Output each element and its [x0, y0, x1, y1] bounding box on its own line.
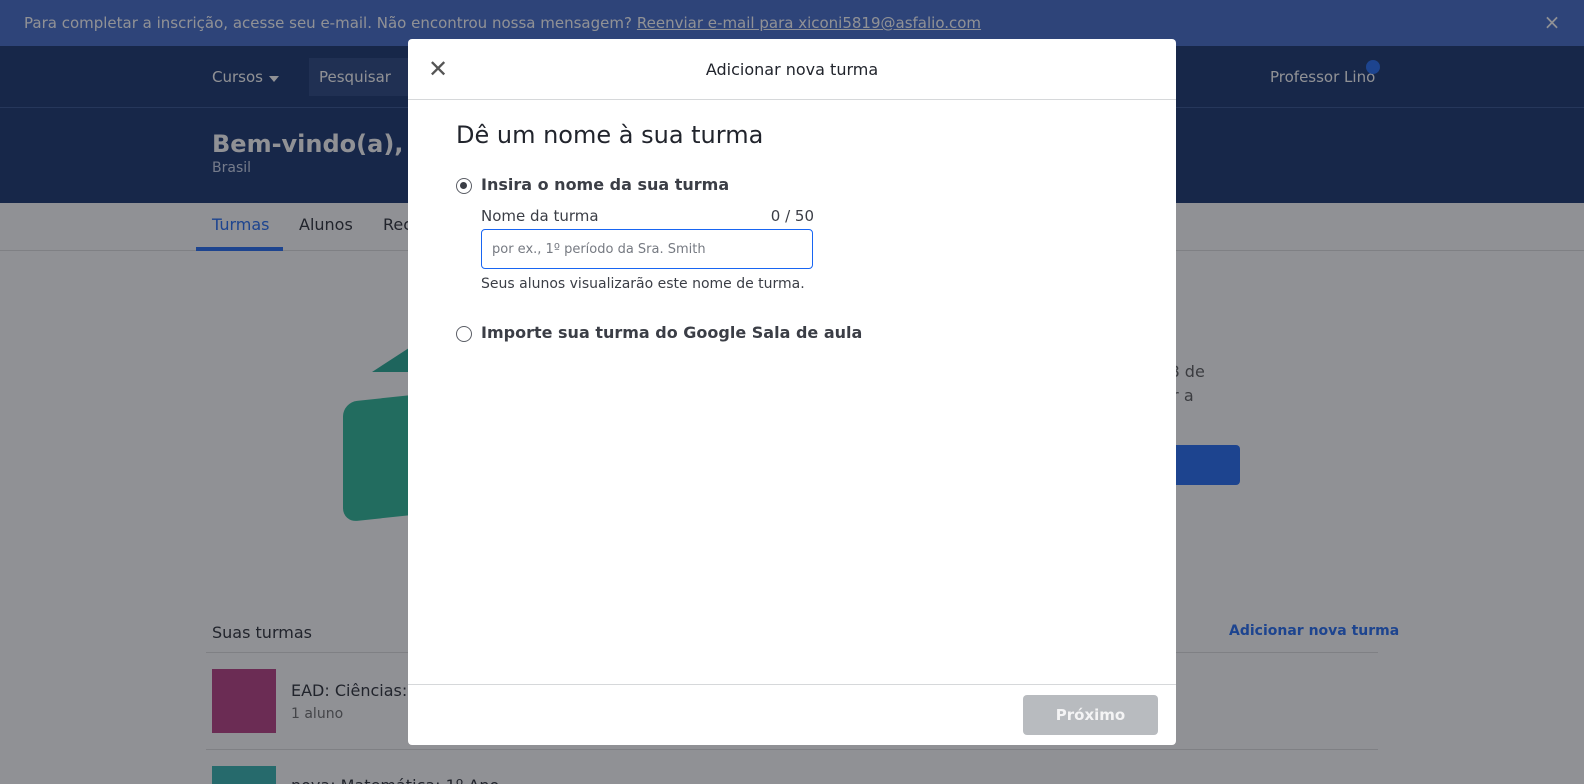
option-import-google-label[interactable]: Importe sua turma do Google Sala de aula: [481, 323, 862, 342]
character-counter: 0 / 50: [770, 207, 814, 225]
add-class-dialog: ✕ Adicionar nova turma Dê um nome à sua …: [408, 39, 1176, 745]
radio-import-google[interactable]: [456, 326, 472, 342]
dialog-footer: Próximo: [408, 684, 1176, 745]
dialog-header: ✕ Adicionar nova turma: [408, 39, 1176, 100]
dialog-title: Adicionar nova turma: [705, 60, 879, 79]
option-enter-name-label[interactable]: Insira o nome da sua turma: [481, 175, 729, 194]
dialog-heading: Dê um nome à sua turma: [456, 121, 764, 149]
radio-enter-name[interactable]: [456, 178, 472, 194]
class-name-label: Nome da turma: [481, 207, 599, 225]
class-name-hint: Seus alunos visualizarão este nome de tu…: [481, 276, 805, 292]
class-name-input[interactable]: [481, 229, 813, 269]
next-button[interactable]: Próximo: [1023, 695, 1158, 735]
